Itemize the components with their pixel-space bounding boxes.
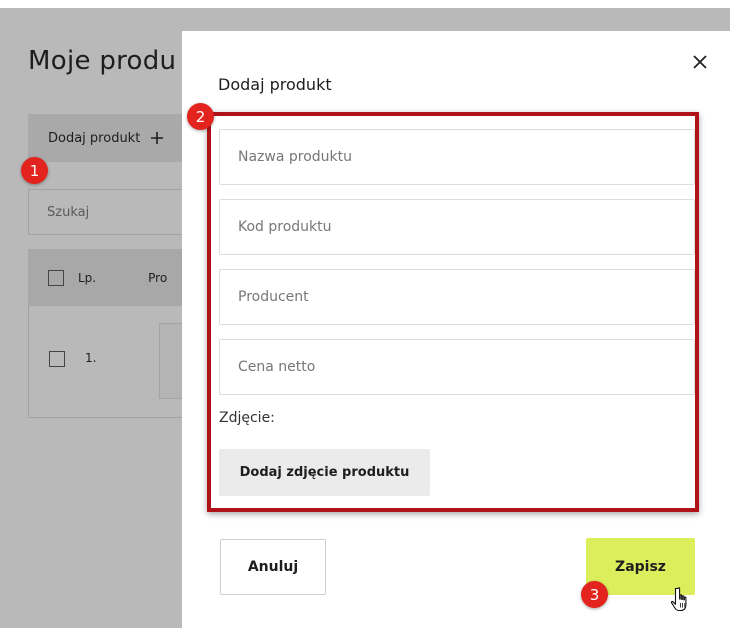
add-photo-button[interactable]: Dodaj zdjęcie produktu <box>219 449 430 496</box>
cancel-button[interactable]: Anuluj <box>220 539 326 595</box>
modal-title: Dodaj produkt <box>218 75 332 94</box>
net-price-field[interactable] <box>219 339 695 395</box>
producer-field[interactable] <box>219 269 695 325</box>
step-badge-3: 3 <box>581 581 608 608</box>
column-header-product: Pro <box>148 270 168 285</box>
add-product-label: Dodaj produkt <box>48 130 141 146</box>
product-name-field[interactable] <box>219 129 695 185</box>
hand-pointer-icon <box>670 586 694 618</box>
close-button[interactable] <box>688 51 712 75</box>
select-all-checkbox[interactable] <box>48 269 64 286</box>
step-badge-2: 2 <box>187 103 214 130</box>
column-header-lp: Lp. <box>78 270 97 285</box>
step-badge-1: 1 <box>21 157 48 184</box>
product-code-field[interactable] <box>219 199 695 255</box>
close-icon <box>693 54 707 73</box>
row-number: 1. <box>85 351 97 365</box>
row-checkbox[interactable] <box>49 351 65 367</box>
plus-icon <box>150 128 164 148</box>
product-form: Zdjęcie: Dodaj zdjęcie produktu <box>207 112 699 512</box>
search-placeholder: Szukaj <box>47 204 90 220</box>
add-product-modal: Dodaj produkt Zdjęcie: Dodaj zdjęcie pro… <box>182 31 730 628</box>
photo-label: Zdjęcie: <box>219 410 275 426</box>
page-title: Moje produ <box>28 46 177 76</box>
